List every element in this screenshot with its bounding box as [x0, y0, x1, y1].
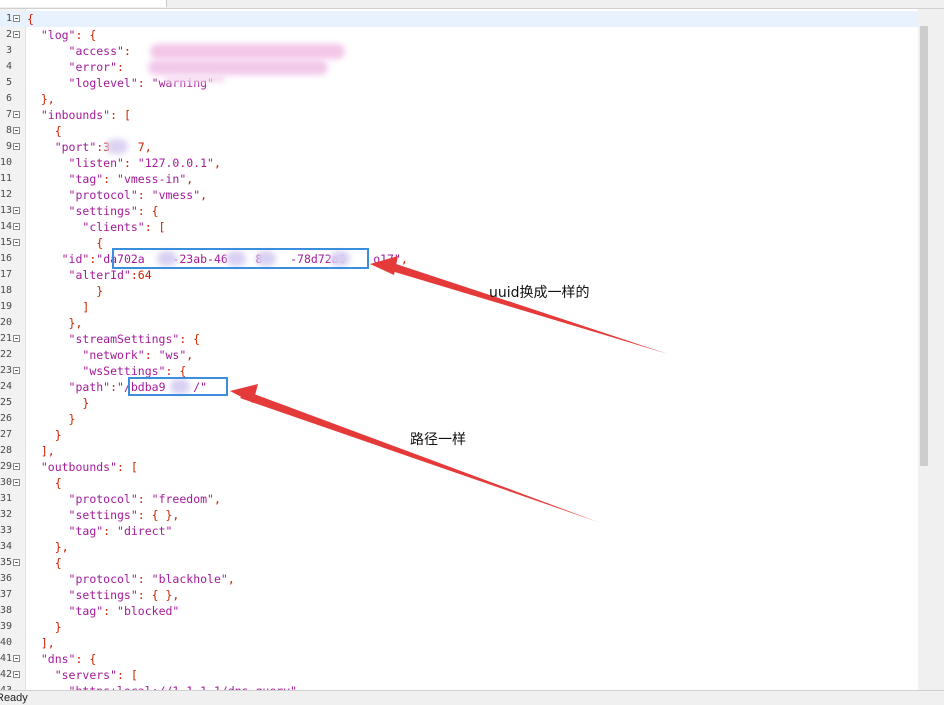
status-text: Ready [0, 692, 28, 704]
uuid-annotation: uuid换成一样的 [489, 285, 590, 301]
path-arrow [240, 391, 598, 522]
status-bar: Ready [0, 690, 944, 705]
path-annotation: 路径一样 [410, 432, 466, 448]
uuid-arrow [378, 260, 668, 354]
annotation-arrows [230, 256, 668, 522]
uuid-arrowhead [370, 256, 398, 275]
